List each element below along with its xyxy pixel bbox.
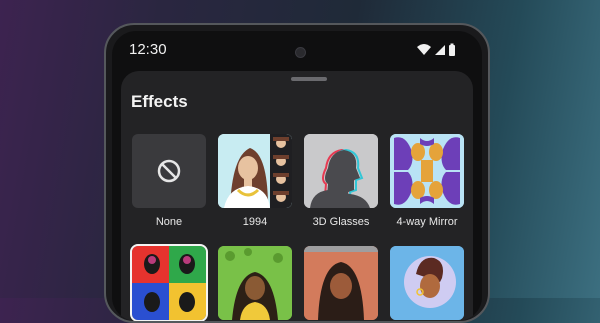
phone-frame: 12:30 Effects None 1994 3D Glasses 4-way… bbox=[104, 23, 490, 323]
no-effect-icon bbox=[157, 159, 181, 183]
status-time: 12:30 bbox=[129, 41, 167, 58]
effect-tile-4-way-mirror[interactable] bbox=[390, 134, 464, 208]
effect-tile-pattern[interactable] bbox=[218, 246, 292, 320]
effect-glow-thumbnail bbox=[390, 246, 464, 320]
front-camera-icon bbox=[295, 47, 306, 58]
effect-4-way-mirror-thumbnail bbox=[390, 134, 464, 208]
effect-tile-glow[interactable] bbox=[390, 246, 464, 320]
effect-3d-glasses-thumbnail bbox=[304, 134, 378, 208]
effect-tile-halftone[interactable] bbox=[304, 246, 378, 320]
effect-label-4-way-mirror: 4-way Mirror bbox=[396, 216, 458, 228]
effects-sheet: Effects None 1994 3D Glasses 4-way Mirro… bbox=[121, 71, 473, 321]
sheet-title: Effects bbox=[131, 92, 188, 111]
effect-tile-3d-glasses[interactable] bbox=[304, 134, 378, 208]
phone-screen: 12:30 Effects None 1994 3D Glasses 4-way… bbox=[112, 31, 482, 321]
effect-label-3d-glasses: 3D Glasses bbox=[312, 216, 370, 228]
effect-1994-thumbnail bbox=[218, 134, 292, 208]
effect-label-none: None bbox=[155, 216, 183, 228]
effect-tile-pop-art[interactable] bbox=[130, 244, 208, 321]
wifi-icon bbox=[417, 44, 431, 55]
status-bar: 12:30 bbox=[112, 41, 482, 61]
battery-icon bbox=[449, 43, 455, 56]
effect-pattern-thumbnail bbox=[218, 246, 292, 320]
drag-handle[interactable] bbox=[291, 77, 327, 81]
effect-tile-1994[interactable] bbox=[218, 134, 292, 208]
effect-tile-none[interactable] bbox=[132, 134, 206, 208]
effect-label-1994: 1994 bbox=[242, 216, 268, 228]
effect-pop-art-thumbnail bbox=[132, 246, 206, 320]
status-icons bbox=[417, 43, 455, 56]
effect-halftone-thumbnail bbox=[304, 246, 378, 320]
signal-icon bbox=[435, 45, 445, 55]
